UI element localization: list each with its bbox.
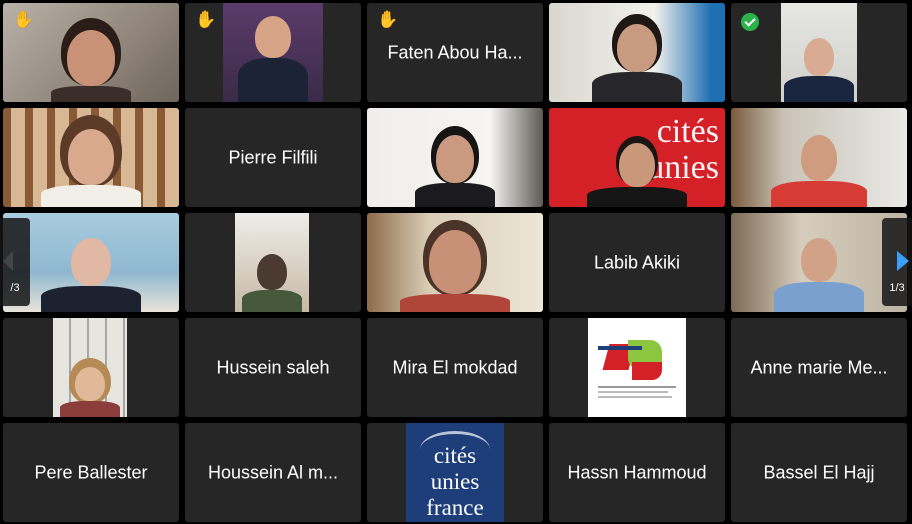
participant-name: Faten Abou Ha... xyxy=(387,42,523,62)
raised-hand-icon: ✋ xyxy=(377,10,399,29)
participant-video xyxy=(784,38,854,102)
participant-tile-anne[interactable]: Anne marie Me... xyxy=(731,318,907,417)
participant-tile-labib[interactable]: Labib Akiki xyxy=(549,213,725,312)
participant-tile[interactable] xyxy=(185,213,361,312)
participant-name: Houssein Al m... xyxy=(207,462,339,482)
participant-name: Anne marie Me... xyxy=(750,357,888,377)
participant-video xyxy=(771,135,867,207)
check-icon xyxy=(741,13,759,31)
participant-tile[interactable] xyxy=(3,108,179,207)
previous-page-button[interactable]: /3 xyxy=(0,218,30,306)
participant-tile[interactable] xyxy=(3,318,179,417)
participant-video xyxy=(587,143,687,207)
participant-name: Pierre Filfili xyxy=(228,147,318,167)
video-feed xyxy=(367,108,543,207)
participant-video xyxy=(242,254,302,312)
video-feed xyxy=(53,318,127,417)
video-feed xyxy=(235,213,309,312)
video-feed xyxy=(223,3,323,102)
participant-tile-hussein[interactable]: Hussein saleh xyxy=(185,318,361,417)
participant-video xyxy=(238,16,308,102)
page-indicator: /3 xyxy=(10,282,20,294)
raised-hand-icon: ✋ xyxy=(195,10,217,29)
video-feed xyxy=(3,108,179,207)
chevron-left-icon xyxy=(3,251,13,271)
participant-video xyxy=(51,30,131,102)
participant-tile[interactable] xyxy=(549,3,725,102)
participant-name: Pere Ballester xyxy=(34,462,148,482)
participant-tile[interactable] xyxy=(367,108,543,207)
raised-hand-icon: ✋ xyxy=(13,10,35,29)
participant-video xyxy=(41,129,141,207)
participant-tile[interactable] xyxy=(731,108,907,207)
participant-video xyxy=(774,238,864,312)
participant-tile-faten[interactable]: ✋ Faten Abou Ha... xyxy=(367,3,543,102)
cites-unies-france-logo: cités unies france xyxy=(406,423,504,522)
participant-tile[interactable]: ✋ xyxy=(185,3,361,102)
page-indicator: 1/3 xyxy=(889,282,905,294)
participant-tile-cites-unies-france[interactable]: cités unies france xyxy=(367,423,543,522)
participant-tile[interactable] xyxy=(367,213,543,312)
participant-video xyxy=(592,24,682,102)
next-page-button[interactable]: 1/3 xyxy=(882,218,912,306)
participant-tile-pierre[interactable]: Pierre Filfili xyxy=(185,108,361,207)
participant-name: Hussein saleh xyxy=(216,357,330,377)
chevron-right-icon xyxy=(897,251,909,271)
participant-name: Bassel El Hajj xyxy=(763,462,875,482)
participant-tile[interactable] xyxy=(731,3,907,102)
participant-video xyxy=(60,367,120,417)
participant-name: Hassn Hammoud xyxy=(567,462,707,482)
participant-tile-houssein[interactable]: Houssein Al m... xyxy=(185,423,361,522)
participant-tile-pere[interactable]: Pere Ballester xyxy=(3,423,179,522)
participant-tile-speaker[interactable]: ✋ xyxy=(3,3,179,102)
video-feed xyxy=(731,213,907,312)
participant-tile-hassn[interactable]: Hassn Hammoud xyxy=(549,423,725,522)
video-feed xyxy=(731,108,907,207)
video-feed xyxy=(367,213,543,312)
participant-tile-cites-unies[interactable]: cités unies xyxy=(549,108,725,207)
participant-tile-uclg-logo[interactable] xyxy=(549,318,725,417)
participant-video xyxy=(41,238,141,312)
uclg-logo xyxy=(588,318,686,417)
participant-tile-mira[interactable]: Mira El mokdad xyxy=(367,318,543,417)
video-grid: ✋ ✋ ✋ Faten Abou Ha... Pierre Filfili ci… xyxy=(0,0,912,524)
participant-tile[interactable] xyxy=(731,213,907,312)
video-feed xyxy=(781,3,857,102)
participant-name: Mira El mokdad xyxy=(392,357,518,377)
video-feed: cités unies xyxy=(549,108,725,207)
participant-name: Labib Akiki xyxy=(593,252,681,272)
participant-tile-bassel[interactable]: Bassel El Hajj xyxy=(731,423,907,522)
participant-video xyxy=(415,135,495,207)
participant-video xyxy=(400,230,510,312)
video-feed xyxy=(549,3,725,102)
